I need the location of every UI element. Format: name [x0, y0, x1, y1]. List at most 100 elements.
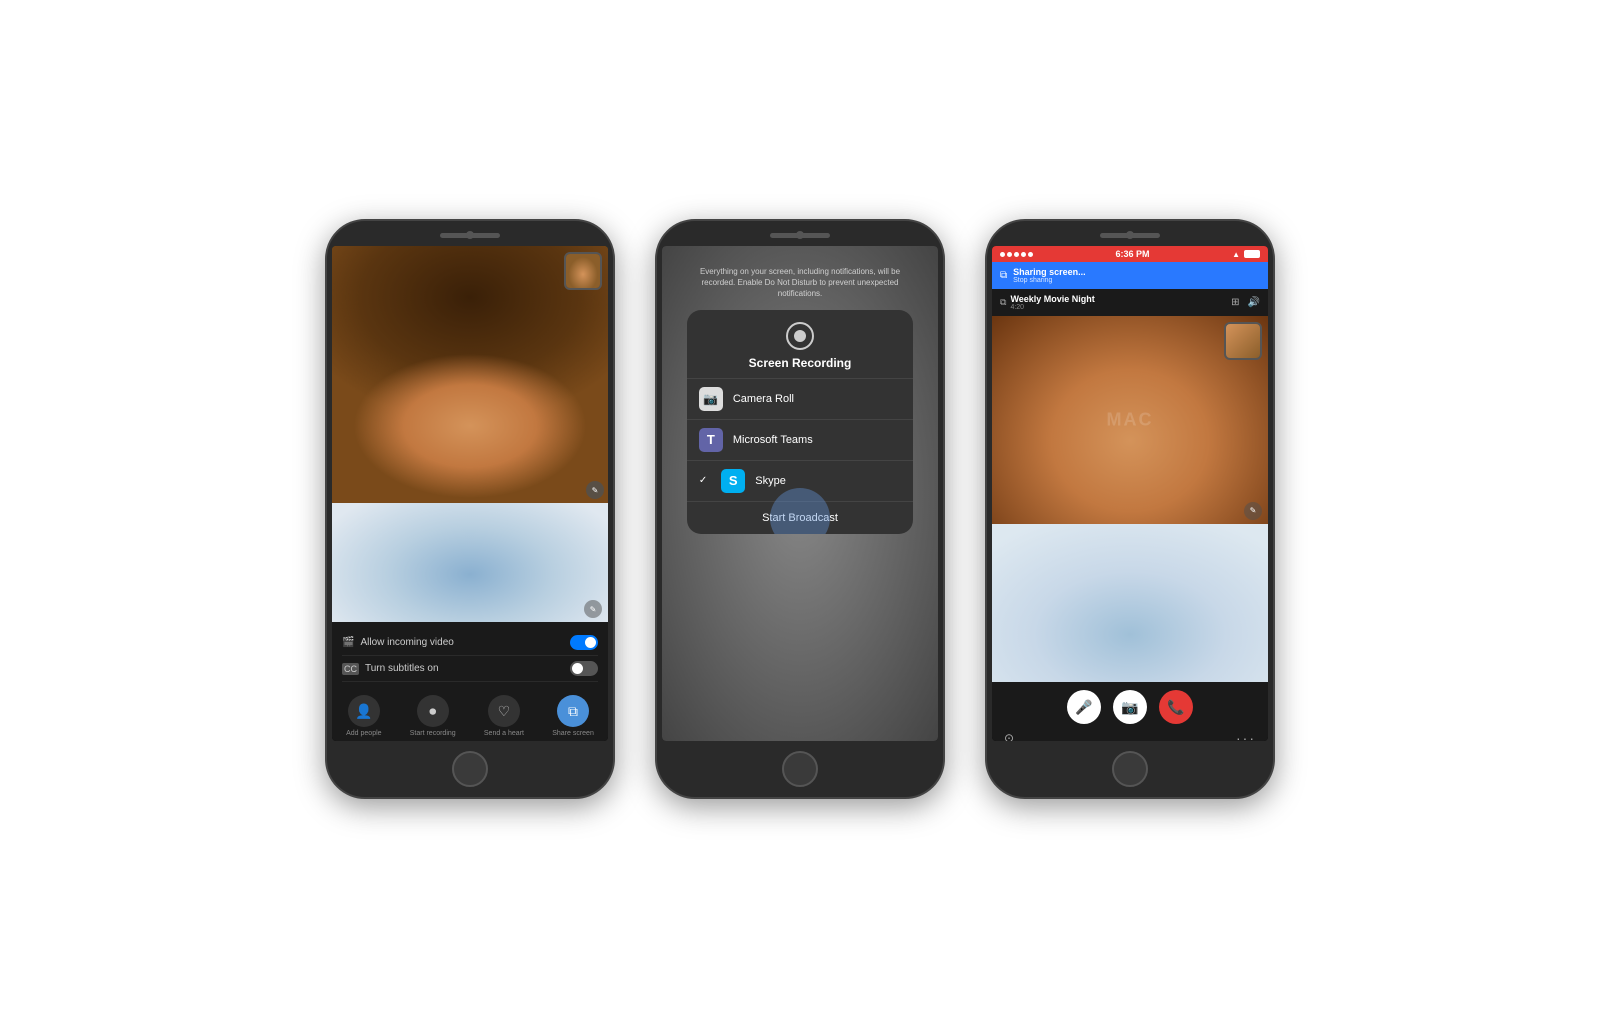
- phone1-bottom-bar: [327, 741, 613, 797]
- phone2-modal-title: Screen Recording: [749, 356, 852, 370]
- phone3-signal-dots: [1000, 252, 1033, 257]
- phone3-main-video: ✎ Mac: [992, 316, 1268, 524]
- phone1-send-heart-label: Send a heart: [484, 730, 524, 737]
- phone1-allow-video-text: Allow incoming video: [360, 637, 453, 648]
- phone3-call-right-icons: ⊞ 🔊: [1231, 297, 1260, 308]
- phone3-screen: 6:36 PM ▲ ⧉ Sharing screen... Stop shari…: [992, 246, 1268, 741]
- phone-3: 6:36 PM ▲ ⧉ Sharing screen... Stop shari…: [985, 219, 1275, 799]
- phone3-screen-share-icon: ⧉: [1000, 297, 1006, 308]
- phone3-more-options[interactable]: ···: [1236, 730, 1256, 741]
- phone3-focus-icon[interactable]: ⊙: [1004, 731, 1014, 741]
- phone3-sharing-banner: ⧉ Sharing screen... Stop sharing: [992, 262, 1268, 289]
- phone2-record-icon: [786, 322, 814, 350]
- phone2-teams-icon: T: [699, 428, 723, 452]
- phone3-signal-dot-5: [1028, 252, 1033, 257]
- phone3-battery-icon: [1244, 250, 1260, 258]
- phone1-share-screen-icon: ⧉: [557, 695, 589, 727]
- phone3-call-info: Weekly Movie Night 4:20: [1010, 294, 1094, 311]
- phone1-share-screen-label: Share screen: [552, 730, 594, 737]
- phone1-start-recording-btn[interactable]: ⏺ Start recording: [410, 695, 456, 737]
- phone1-add-people-label: Add people: [346, 730, 381, 737]
- phones-container: ✎ ✎ 🎬 Allow incoming video CC: [325, 219, 1275, 799]
- phone3-secondary-video: [992, 524, 1268, 682]
- phone3-secondary-person: [992, 524, 1268, 682]
- phone1-toggle-subtitles-row: CC Turn subtitles on: [342, 656, 598, 682]
- phone3-call-icon-area: ⧉ Weekly Movie Night 4:20: [1000, 294, 1095, 311]
- phone1-video-icon: 🎬: [342, 637, 354, 648]
- phone3-wifi-icon: ▲: [1232, 250, 1240, 259]
- phone3-end-call-btn[interactable]: 📞: [1159, 690, 1193, 724]
- phone2-teams-label: Microsoft Teams: [733, 434, 901, 446]
- phone3-top-bar: [987, 221, 1273, 246]
- phone1-toggle-subtitles[interactable]: [570, 661, 598, 676]
- phone2-skype-icon: S: [721, 469, 745, 493]
- phone1-top-bar: [327, 221, 613, 246]
- phone3-self-view: [1224, 322, 1262, 360]
- phone1-send-heart-icon: ♡: [488, 695, 520, 727]
- phone1-add-people-btn[interactable]: 👤 Add people: [346, 695, 381, 737]
- phone3-signal-dot-3: [1014, 252, 1019, 257]
- phone3-signal-dot-4: [1021, 252, 1026, 257]
- phone3-bottom-bar: [987, 741, 1273, 797]
- phone2-camera-roll-icon: 📷: [699, 387, 723, 411]
- phone1-home-button[interactable]: [452, 751, 488, 787]
- phone3-edit-icon[interactable]: ✎: [1244, 502, 1262, 520]
- phone1-controls-panel: 🎬 Allow incoming video CC Turn subtitles…: [332, 622, 608, 687]
- phone3-sharing-title: Sharing screen...: [1013, 267, 1260, 277]
- phone3-volume-icon[interactable]: 🔊: [1248, 297, 1260, 308]
- phone2-skype-label: Skype: [755, 475, 901, 487]
- phone3-signal-dot-2: [1007, 252, 1012, 257]
- phone1-secondary-video: ✎: [332, 503, 608, 622]
- phone1-bottom-actions: 👤 Add people ⏺ Start recording ♡ Send a …: [332, 687, 608, 741]
- phone3-sharing-text: Sharing screen... Stop sharing: [1013, 267, 1260, 284]
- phone3-signal-dot-1: [1000, 252, 1005, 257]
- phone1-subtitles-icon: CC: [342, 663, 359, 675]
- phone2-hint-text: Everything on your screen, including not…: [662, 266, 938, 300]
- phone3-grid-icon[interactable]: ⊞: [1231, 297, 1239, 308]
- phone1-self-view-inner: [566, 254, 600, 288]
- phone2-top-bar: [657, 221, 943, 246]
- phone2-option-camera-roll[interactable]: 📷 Camera Roll: [687, 379, 913, 420]
- phone2-start-btn-wrap[interactable]: Start Broadcast: [687, 502, 913, 534]
- phone1-secondary-person: [332, 503, 608, 622]
- phone3-call-title: Weekly Movie Night: [1010, 294, 1094, 304]
- phone2-camera-roll-label: Camera Roll: [733, 393, 901, 405]
- phone3-home-button[interactable]: [1112, 751, 1148, 787]
- phone1-toggle-subtitles-label: CC Turn subtitles on: [342, 663, 439, 675]
- phone2-record-icon-inner: [794, 330, 806, 342]
- phone3-status-right: ▲: [1232, 250, 1260, 259]
- phone2-option-teams[interactable]: T Microsoft Teams: [687, 420, 913, 461]
- phone-1: ✎ ✎ 🎬 Allow incoming video CC: [325, 219, 615, 799]
- phone3-stop-sharing[interactable]: Stop sharing: [1013, 277, 1260, 284]
- phone1-toggle-video-label: 🎬 Allow incoming video: [342, 637, 454, 648]
- phone2-bottom-bar: [657, 741, 943, 797]
- phone3-call-actions: 🎤 📷 📞: [1000, 690, 1260, 724]
- phone2-blurred-bg: Everything on your screen, including not…: [662, 246, 938, 741]
- phone3-status-bar: 6:36 PM ▲: [992, 246, 1268, 262]
- phone1-send-heart-btn[interactable]: ♡ Send a heart: [484, 695, 524, 737]
- phone3-camera-dot: [1126, 231, 1134, 239]
- phone2-camera-dot: [796, 231, 804, 239]
- phone1-subtitles-text: Turn subtitles on: [365, 663, 439, 674]
- phone3-mute-btn[interactable]: 🎤: [1067, 690, 1101, 724]
- phone1-start-recording-label: Start recording: [410, 730, 456, 737]
- phone2-modal-header: Screen Recording: [687, 310, 913, 379]
- phone3-call-bottom-row: ⊙ ···: [1000, 730, 1260, 741]
- phone2-screen: Everything on your screen, including not…: [662, 246, 938, 741]
- phone1-toggle-video-row: 🎬 Allow incoming video: [342, 630, 598, 656]
- phone2-modal: Screen Recording 📷 Camera Roll T Microso…: [687, 310, 913, 534]
- phone1-toggle-video[interactable]: [570, 635, 598, 650]
- phone1-self-view: [564, 252, 602, 290]
- phone2-home-button[interactable]: [782, 751, 818, 787]
- phone2-skype-check: ✓: [699, 475, 707, 486]
- phone3-call-bottom: 🎤 📷 📞 ⊙ ···: [992, 682, 1268, 741]
- phone1-camera-dot: [466, 231, 474, 239]
- phone-2: Everything on your screen, including not…: [655, 219, 945, 799]
- phone1-share-screen-btn[interactable]: ⧉ Share screen: [552, 695, 594, 737]
- phone3-call-header: ⧉ Weekly Movie Night 4:20 ⊞ 🔊: [992, 289, 1268, 316]
- phone3-status-time: 6:36 PM: [1116, 249, 1150, 259]
- phone3-sharing-icon: ⧉: [1000, 270, 1007, 281]
- phone1-screen: ✎ ✎ 🎬 Allow incoming video CC: [332, 246, 608, 741]
- phone1-main-video: ✎: [332, 246, 608, 503]
- phone3-video-btn[interactable]: 📷: [1113, 690, 1147, 724]
